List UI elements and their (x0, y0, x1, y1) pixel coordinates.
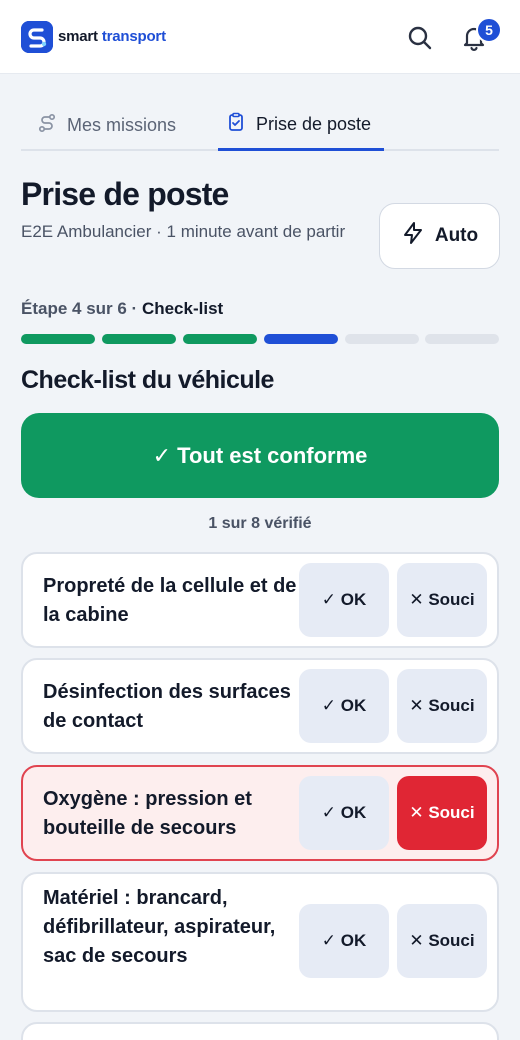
progress-segment-6 (425, 334, 499, 344)
tab-mes-missions[interactable]: Mes missions (37, 100, 176, 151)
app-header: smart transport 5 (0, 0, 520, 74)
souci-button-active[interactable]: ✕ Souci (397, 776, 487, 850)
page-subtitle: E2E Ambulancier · 1 minute avant de part… (21, 222, 346, 241)
step-name: Check-list (141, 299, 224, 318)
souci-button[interactable]: ✕ Souci (397, 904, 487, 978)
souci-button[interactable]: ✕ Souci (397, 563, 487, 637)
ok-button[interactable]: ✓ OK (299, 669, 389, 743)
auto-button[interactable]: Auto (379, 203, 500, 269)
search-icon[interactable] (406, 24, 434, 52)
clipboard-check-icon (226, 112, 246, 137)
checklist-title: Check-list du véhicule (21, 366, 274, 394)
progress-segment-3 (183, 334, 257, 344)
progress-segment-1 (21, 334, 95, 344)
verified-count: 1 sur 8 vérifié (208, 515, 312, 532)
checklist-item: Matériel : brancard, défibrillateur, asp… (21, 872, 499, 1012)
tab-mes-missions-label: Mes missions (67, 115, 177, 135)
auto-button-label: Auto (434, 225, 479, 246)
step-indicator: Étape 4 sur 6 · Check-list (21, 299, 223, 319)
ok-button[interactable]: ✓ OK (299, 776, 389, 850)
checklist-item-partial (21, 1022, 499, 1040)
checklist-item-label: Désinfection des surfaces de contact (43, 681, 291, 732)
ok-button[interactable]: ✓ OK (299, 563, 389, 637)
all-conform-button[interactable]: ✓ Tout est conforme (21, 413, 499, 498)
route-icon (37, 113, 57, 138)
checklist-item-label: Oxygène : pression et bouteille de secou… (43, 788, 252, 839)
brand-name-part1: smart (58, 28, 102, 45)
lightning-icon (401, 221, 425, 251)
tab-prise-de-poste[interactable]: Prise de poste (218, 100, 384, 151)
progress-segment-5 (345, 334, 419, 344)
souci-button[interactable]: ✕ Souci (397, 669, 487, 743)
checklist-item: Désinfection des surfaces de contact ✓ O… (21, 658, 499, 754)
progress-segment-2 (102, 334, 176, 344)
checklist-item-label: Propreté de la cellule et de la cabine (43, 575, 297, 626)
checklist-item-label: Matériel : brancard, défibrillateur, asp… (43, 887, 276, 967)
tab-prise-de-poste-label: Prise de poste (256, 113, 372, 134)
page-title: Prise de poste (21, 176, 229, 212)
checklist-item-issue: Oxygène : pression et bouteille de secou… (21, 765, 499, 861)
ok-button[interactable]: ✓ OK (299, 904, 389, 978)
tab-bar: Mes missions Prise de poste (21, 100, 499, 151)
progress-segment-4 (264, 334, 338, 344)
brand-name: smart transport (58, 28, 166, 45)
notification-badge: 5 (476, 17, 502, 43)
step-prefix: Étape 4 sur 6 · (21, 299, 142, 318)
logo-icon (21, 21, 53, 53)
step-progress (21, 334, 499, 344)
checklist-item: Propreté de la cellule et de la cabine ✓… (21, 552, 499, 648)
brand-name-part2: transport (101, 28, 166, 45)
